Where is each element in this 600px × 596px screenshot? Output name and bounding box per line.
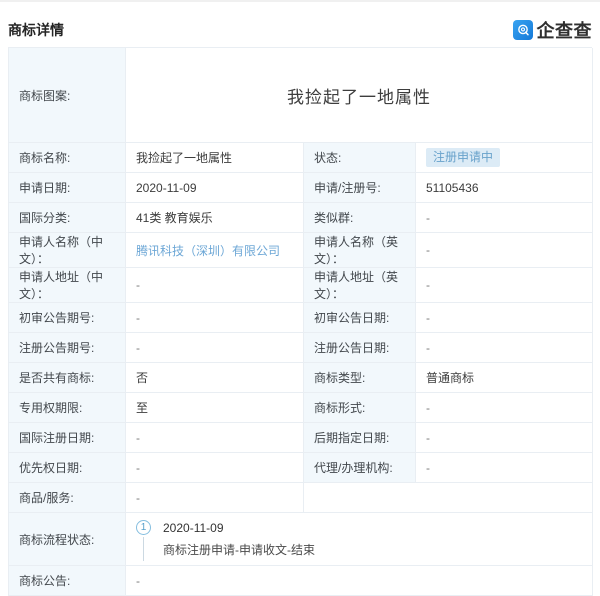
field-value-applicant-cn: 腾讯科技（深圳）有限公司	[126, 233, 304, 268]
field-label-announcement: 商标公告:	[9, 566, 126, 596]
field-label: 后期指定日期:	[304, 423, 416, 453]
field-value: -	[416, 233, 593, 268]
field-label: 国际注册日期:	[9, 423, 126, 453]
brand-name: 企查查	[536, 20, 592, 41]
field-value: -	[416, 203, 593, 233]
timeline-step-description: 商标注册申请-申请收文-结束	[163, 543, 315, 557]
field-value: -	[126, 423, 304, 453]
timeline-step-body: 商标注册申请-申请收文-结束	[136, 537, 582, 561]
field-label: 国际分类:	[9, 203, 126, 233]
field-label-process-status: 商标流程状态:	[9, 513, 126, 566]
field-value: -	[126, 333, 304, 363]
field-value: -	[126, 453, 304, 483]
qichacha-logo[interactable]: 企查查	[512, 17, 593, 43]
page-title: 商标详情	[8, 21, 64, 38]
field-label: 初审公告日期:	[304, 303, 416, 333]
field-value-status: 注册申请中	[416, 143, 593, 173]
field-label: 申请日期:	[9, 173, 126, 203]
field-value: -	[126, 303, 304, 333]
field-label-trademark-image: 商标图案:	[9, 48, 126, 143]
field-value-trademark-name: 我捡起了一地属性	[126, 143, 304, 173]
qichacha-logo-icon	[512, 19, 533, 40]
trademark-detail-table: 商标图案: 我捡起了一地属性 商标名称: 我捡起了一地属性 状态: 注册申请中 …	[8, 47, 593, 596]
empty-cell	[304, 483, 593, 513]
field-label: 是否共有商标:	[9, 363, 126, 393]
field-value: -	[126, 268, 304, 303]
field-label: 申请人名称（英文）：	[304, 233, 416, 268]
status-badge: 注册申请中	[426, 148, 501, 167]
field-value-announcement: -	[126, 566, 593, 596]
field-value: -	[416, 303, 593, 333]
field-label: 商标形式:	[304, 393, 416, 423]
page-header: 商标详情 企查查	[0, 2, 600, 45]
field-label: 申请人地址（中文）：	[9, 268, 126, 303]
field-value-shared: 否	[126, 363, 304, 393]
timeline-step-index-badge: 1	[136, 520, 151, 535]
field-label: 注册公告期号:	[9, 333, 126, 363]
field-value: -	[416, 393, 593, 423]
field-label-goods-services: 商品/服务:	[9, 483, 126, 513]
field-label: 专用权期限:	[9, 393, 126, 423]
field-label: 初审公告期号:	[9, 303, 126, 333]
timeline-connector-line	[143, 537, 144, 561]
field-label: 申请/注册号:	[304, 173, 416, 203]
process-timeline: 1 2020-11-09 商标注册申请-申请收文-结束	[126, 513, 593, 566]
field-value-reg-number: 51105436	[416, 173, 593, 203]
field-label: 商标类型:	[304, 363, 416, 393]
field-value: -	[416, 423, 593, 453]
field-value-period: 至	[126, 393, 304, 423]
field-label: 类似群:	[304, 203, 416, 233]
field-value-goods-services: -	[126, 483, 304, 513]
field-label: 注册公告日期:	[304, 333, 416, 363]
timeline-step-date: 2020-11-09	[163, 520, 224, 535]
field-value-apply-date: 2020-11-09	[126, 173, 304, 203]
field-label: 状态:	[304, 143, 416, 173]
field-value: -	[416, 453, 593, 483]
trademark-image-text: 我捡起了一地属性	[126, 48, 593, 143]
field-label: 申请人地址（英文）：	[304, 268, 416, 303]
field-label: 代理/办理机构:	[304, 453, 416, 483]
field-value-intl-class: 41类 教育娱乐	[126, 203, 304, 233]
field-value: -	[416, 268, 593, 303]
field-label: 商标名称:	[9, 143, 126, 173]
field-label: 优先权日期:	[9, 453, 126, 483]
timeline-step-head: 1 2020-11-09	[136, 520, 582, 535]
field-value: -	[416, 333, 593, 363]
field-label: 申请人名称（中文）：	[9, 233, 126, 268]
applicant-name-link[interactable]: 腾讯科技（深圳）有限公司	[136, 242, 280, 259]
field-value-type: 普通商标	[416, 363, 593, 393]
